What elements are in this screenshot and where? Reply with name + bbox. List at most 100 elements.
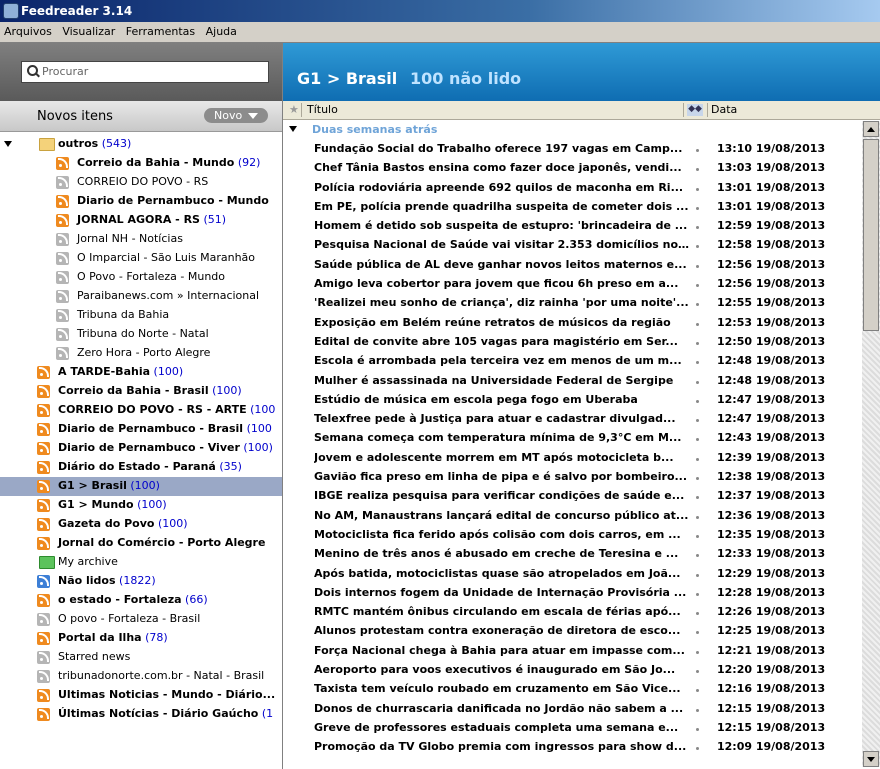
collapse-arrow-icon[interactable] — [289, 126, 297, 132]
expand-arrow-icon[interactable] — [4, 141, 12, 147]
tree-item[interactable]: G1 > Brasil (100) — [0, 477, 282, 496]
flag-dot-icon[interactable] — [696, 149, 699, 152]
flag-dot-icon[interactable] — [696, 534, 699, 538]
tree-item[interactable]: Diario de Pernambuco - Mundo — [0, 192, 282, 211]
article-row[interactable]: Dois internos fogem da Unidade de Intern… — [283, 583, 863, 602]
flag-dot-icon[interactable] — [696, 515, 699, 519]
tree-item[interactable]: Tribuna da Bahia — [0, 306, 282, 325]
article-row[interactable]: Motociclista fica ferido após colisão co… — [283, 525, 863, 544]
article-row[interactable]: Polícia rodoviária apreende 692 quilos d… — [283, 178, 863, 197]
flag-dot-icon[interactable] — [696, 264, 699, 268]
flag-dot-icon[interactable] — [696, 554, 699, 558]
article-row[interactable]: Chef Tânia Bastos ensina como fazer doce… — [283, 158, 863, 177]
tree-item[interactable]: outros (543) — [0, 135, 282, 154]
tree-item[interactable]: Jornal NH - Notícias — [0, 230, 282, 249]
article-row[interactable]: Menino de três anos é abusado em creche … — [283, 544, 863, 563]
tree-item[interactable]: O Povo - Fortaleza - Mundo — [0, 268, 282, 287]
article-row[interactable]: Greve de professores estaduais completa … — [283, 718, 863, 737]
article-row[interactable]: Promoção da TV Globo premia com ingresso… — [283, 737, 863, 756]
tree-item[interactable]: Ultimas Noticias - Mundo - Diário... — [0, 686, 282, 705]
scroll-up-button[interactable] — [863, 121, 879, 137]
menu-ajuda[interactable]: Ajuda — [202, 22, 240, 38]
tree-item[interactable]: G1 > Mundo (100) — [0, 496, 282, 515]
article-row[interactable]: Estúdio de música em escola pega fogo em… — [283, 390, 863, 409]
tree-item[interactable]: Últimas Notícias - Diário Gaúcho (1 — [0, 705, 282, 724]
flag-dot-icon[interactable] — [696, 708, 699, 712]
article-row[interactable]: Edital de convite abre 105 vagas para ma… — [283, 332, 863, 351]
star-column-icon[interactable]: ★ — [289, 103, 299, 116]
flag-dot-icon[interactable] — [696, 303, 699, 307]
flag-dot-icon[interactable] — [696, 168, 699, 172]
tree-item[interactable]: Diario de Pernambuco - Brasil (100 — [0, 420, 282, 439]
article-row[interactable]: Telexfree pede à Justiça para atuar e ca… — [283, 409, 863, 428]
vertical-scrollbar[interactable] — [862, 121, 880, 767]
tree-item[interactable]: Correio da Bahia - Mundo (92) — [0, 154, 282, 173]
flag-dot-icon[interactable] — [696, 496, 699, 500]
article-row[interactable]: No AM, Manaustrans lançará edital de con… — [283, 506, 863, 525]
tree-item[interactable]: JORNAL AGORA - RS (51) — [0, 211, 282, 230]
menu-visualizar[interactable]: Visualizar — [58, 22, 118, 38]
flag-dot-icon[interactable] — [696, 631, 699, 635]
article-row[interactable]: Donos de churrascaria danificada no Jord… — [283, 699, 863, 718]
menu-arquivos[interactable]: Arquivos — [0, 22, 55, 38]
tree-item[interactable]: Não lidos (1822) — [0, 572, 282, 591]
tree-item[interactable]: Correio da Bahia - Brasil (100) — [0, 382, 282, 401]
tree-item[interactable]: Jornal do Comércio - Porto Alegre — [0, 534, 282, 553]
flag-column-icon[interactable]: ◆◆ — [687, 104, 703, 116]
flag-dot-icon[interactable] — [696, 457, 699, 461]
tree-item[interactable]: My archive — [0, 553, 282, 572]
article-row[interactable]: Força Nacional chega à Bahia para atuar … — [283, 641, 863, 660]
flag-dot-icon[interactable] — [696, 206, 699, 210]
tree-item[interactable]: o estado - Fortaleza (66) — [0, 591, 282, 610]
tree-item[interactable]: Paraibanews.com » Internacional — [0, 287, 282, 306]
flag-dot-icon[interactable] — [696, 284, 699, 288]
article-row[interactable]: Em PE, polícia prende quadrilha suspeita… — [283, 197, 863, 216]
flag-dot-icon[interactable] — [696, 612, 699, 616]
tree-item[interactable]: Diário do Estado - Paraná (35) — [0, 458, 282, 477]
tree-item[interactable]: Starred news — [0, 648, 282, 667]
tree-item[interactable]: CORREIO DO POVO - RS — [0, 173, 282, 192]
flag-dot-icon[interactable] — [696, 670, 699, 674]
article-row[interactable]: Homem é detido sob suspeita de estupro: … — [283, 216, 863, 235]
tree-item[interactable]: CORREIO DO POVO - RS - ARTE (100 — [0, 401, 282, 420]
column-title[interactable]: Título — [307, 103, 338, 116]
article-row[interactable]: Exposição em Belém reúne retratos de mús… — [283, 313, 863, 332]
tree-item[interactable]: Tribuna do Norte - Natal — [0, 325, 282, 344]
article-row[interactable]: Aeroporto para voos executivos é inaugur… — [283, 660, 863, 679]
flag-dot-icon[interactable] — [696, 650, 699, 654]
article-row[interactable]: Semana começa com temperatura mínima de … — [283, 428, 863, 447]
flag-dot-icon[interactable] — [696, 689, 699, 693]
article-row[interactable]: 'Realizei meu sonho de criança', diz rai… — [283, 293, 863, 312]
tree-item[interactable]: tribunadonorte.com.br - Natal - Brasil — [0, 667, 282, 686]
flag-dot-icon[interactable] — [696, 380, 699, 384]
tree-item[interactable]: Diario de Pernambuco - Viver (100) — [0, 439, 282, 458]
flag-dot-icon[interactable] — [696, 727, 699, 731]
article-row[interactable]: Amigo leva cobertor para jovem que ficou… — [283, 274, 863, 293]
flag-dot-icon[interactable] — [696, 419, 699, 423]
article-row[interactable]: Saúde pública de AL deve ganhar novos le… — [283, 255, 863, 274]
flag-dot-icon[interactable] — [696, 438, 699, 442]
article-row[interactable]: Pesquisa Nacional de Saúde vai visitar 2… — [283, 235, 863, 254]
article-row[interactable]: Jovem e adolescente morrem em MT após mo… — [283, 448, 863, 467]
article-row[interactable]: Fundação Social do Trabalho oferece 197 … — [283, 139, 863, 158]
article-row[interactable]: Alunos protestam contra exoneração de di… — [283, 621, 863, 640]
tree-item[interactable]: Gazeta do Povo (100) — [0, 515, 282, 534]
flag-dot-icon[interactable] — [696, 399, 699, 403]
flag-dot-icon[interactable] — [696, 747, 699, 751]
search-input[interactable]: Procurar — [21, 61, 269, 83]
flag-dot-icon[interactable] — [696, 226, 699, 230]
flag-dot-icon[interactable] — [696, 477, 699, 481]
article-row[interactable]: Após batida, motociclistas quase são atr… — [283, 564, 863, 583]
article-row[interactable]: Taxista tem veículo roubado em cruzament… — [283, 679, 863, 698]
new-button[interactable]: Novo — [204, 108, 268, 123]
flag-dot-icon[interactable] — [696, 187, 699, 191]
scroll-down-button[interactable] — [863, 751, 879, 767]
group-header[interactable]: Duas semanas atrás — [283, 121, 863, 138]
article-row[interactable]: Mulher é assassinada na Universidade Fed… — [283, 371, 863, 390]
article-row[interactable]: Gavião fica preso em linha de pipa e é s… — [283, 467, 863, 486]
tree-item[interactable]: Zero Hora - Porto Alegre — [0, 344, 282, 363]
flag-dot-icon[interactable] — [696, 573, 699, 577]
column-date[interactable]: Data — [711, 103, 737, 116]
article-row[interactable]: Escola é arrombada pela terceira vez em … — [283, 351, 863, 370]
tree-item[interactable]: O povo - Fortaleza - Brasil — [0, 610, 282, 629]
